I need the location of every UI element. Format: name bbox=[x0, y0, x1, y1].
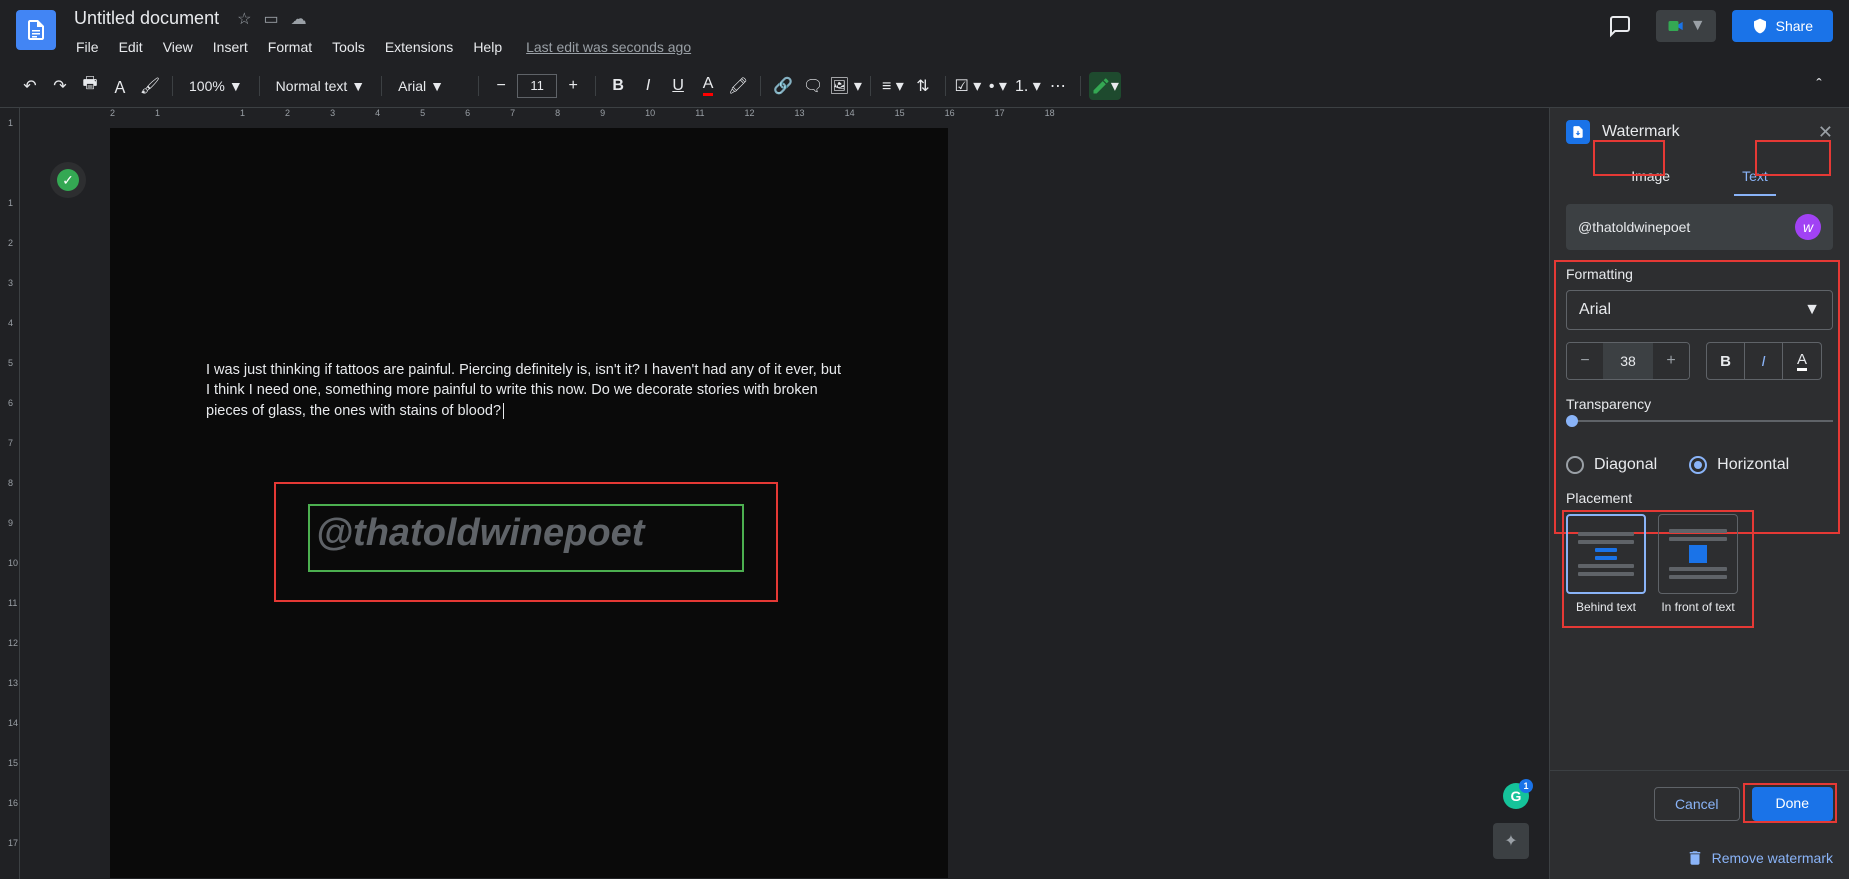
remove-watermark-button[interactable]: Remove watermark bbox=[1550, 837, 1849, 879]
watermark-italic[interactable]: I bbox=[1745, 343, 1783, 379]
editing-mode-button[interactable]: ▾ bbox=[1089, 72, 1121, 100]
text-color-button[interactable]: A bbox=[694, 72, 722, 100]
placement-behind-label: Behind text bbox=[1566, 600, 1646, 614]
print-button[interactable]: 🖶 bbox=[76, 72, 104, 100]
meet-button[interactable]: ▼ bbox=[1656, 10, 1716, 42]
menu-tools[interactable]: Tools bbox=[324, 35, 373, 59]
font-size-input[interactable] bbox=[517, 74, 557, 98]
star-icon[interactable]: ☆ bbox=[237, 9, 251, 29]
align-button[interactable]: ≡ ▾ bbox=[879, 72, 907, 100]
orientation-diagonal[interactable]: Diagonal bbox=[1566, 456, 1657, 474]
font-value: Arial bbox=[398, 78, 426, 94]
panel-title: Watermark bbox=[1602, 123, 1806, 141]
line-spacing-button[interactable]: ⇅ bbox=[909, 72, 937, 100]
font-select[interactable]: Arial ▼ bbox=[390, 74, 470, 98]
toolbar: ↶ ↷ 🖶 Ａ 🖌 100% ▼ Normal text ▼ Arial ▼ −… bbox=[0, 64, 1849, 108]
menu-view[interactable]: View bbox=[155, 35, 201, 59]
zoom-value: 100% bbox=[189, 78, 225, 94]
docs-logo-icon[interactable] bbox=[16, 10, 56, 50]
undo-button[interactable]: ↶ bbox=[16, 72, 44, 100]
grammarly-icon[interactable]: G1 bbox=[1503, 783, 1529, 809]
cancel-button[interactable]: Cancel bbox=[1654, 787, 1740, 821]
placement-front[interactable]: In front of text bbox=[1658, 514, 1738, 614]
remove-watermark-label: Remove watermark bbox=[1712, 850, 1833, 866]
close-panel-button[interactable]: ✕ bbox=[1818, 122, 1833, 143]
watermark-size-inc[interactable]: + bbox=[1653, 343, 1689, 379]
done-button[interactable]: Done bbox=[1752, 787, 1833, 821]
formatting-label: Formatting bbox=[1566, 266, 1833, 282]
comment-button[interactable]: 🗨 bbox=[799, 72, 827, 100]
watermark-font-value: Arial bbox=[1579, 301, 1611, 319]
horizontal-label: Horizontal bbox=[1717, 456, 1789, 474]
watermark-color[interactable]: A bbox=[1783, 343, 1821, 379]
placement-front-label: In front of text bbox=[1658, 600, 1738, 614]
document-body-text[interactable]: I was just thinking if tattoos are painf… bbox=[206, 360, 846, 421]
menu-help[interactable]: Help bbox=[465, 35, 510, 59]
editor-area: 21123456789101112131415161718 ✓ I was ju… bbox=[20, 108, 1549, 879]
style-select[interactable]: Normal text ▼ bbox=[268, 74, 373, 98]
watermark-text-field[interactable]: w bbox=[1566, 204, 1833, 250]
comments-icon[interactable] bbox=[1600, 6, 1640, 46]
watermark-size-dec[interactable]: − bbox=[1567, 343, 1603, 379]
share-label: Share bbox=[1776, 18, 1813, 34]
title-area: Untitled document ☆ ▭ ☁ File Edit View I… bbox=[68, 6, 1600, 59]
font-size-dec[interactable]: − bbox=[487, 72, 515, 100]
collapse-toolbar-button[interactable]: ˆ bbox=[1805, 72, 1833, 100]
vertical-ruler: 11234567891011121314151617 bbox=[0, 108, 20, 879]
content-area: 11234567891011121314151617 2112345678910… bbox=[0, 108, 1849, 879]
diagonal-label: Diagonal bbox=[1594, 456, 1657, 474]
watermark-panel: Watermark ✕ Image Text w Formatting Aria… bbox=[1549, 108, 1849, 879]
number-list-button[interactable]: 1. ▾ bbox=[1014, 72, 1042, 100]
share-button[interactable]: Share bbox=[1732, 10, 1833, 42]
menu-insert[interactable]: Insert bbox=[205, 35, 256, 59]
placement-behind[interactable]: Behind text bbox=[1566, 514, 1646, 614]
document-page[interactable]: I was just thinking if tattoos are painf… bbox=[110, 128, 948, 878]
bullet-list-button[interactable]: • ▾ bbox=[984, 72, 1012, 100]
bold-button[interactable]: B bbox=[604, 72, 632, 100]
placement-label: Placement bbox=[1566, 490, 1833, 506]
redo-button[interactable]: ↷ bbox=[46, 72, 74, 100]
watermark-bold[interactable]: B bbox=[1707, 343, 1745, 379]
explore-button[interactable]: ✦ bbox=[1493, 823, 1529, 859]
transparency-label: Transparency bbox=[1566, 396, 1833, 412]
tab-text[interactable]: Text bbox=[1726, 156, 1784, 196]
watermark-preview: @thatoldwinepoet bbox=[316, 512, 644, 555]
italic-button[interactable]: I bbox=[634, 72, 662, 100]
horizontal-ruler: 21123456789101112131415161718 bbox=[20, 108, 1549, 124]
watermark-size-input[interactable] bbox=[1603, 343, 1653, 379]
avatar-icon: w bbox=[1795, 214, 1821, 240]
font-size-inc[interactable]: + bbox=[559, 72, 587, 100]
outline-button[interactable]: ✓ bbox=[50, 162, 86, 198]
menu-file[interactable]: File bbox=[68, 35, 107, 59]
zoom-select[interactable]: 100% ▼ bbox=[181, 74, 251, 98]
menu-edit[interactable]: Edit bbox=[111, 35, 151, 59]
checklist-button[interactable]: ☑ ▾ bbox=[954, 72, 982, 100]
tab-image[interactable]: Image bbox=[1615, 156, 1686, 196]
header: Untitled document ☆ ▭ ☁ File Edit View I… bbox=[0, 0, 1849, 64]
link-button[interactable]: 🔗 bbox=[769, 72, 797, 100]
style-value: Normal text bbox=[276, 78, 348, 94]
underline-button[interactable]: U bbox=[664, 72, 692, 100]
chevron-down-icon: ▼ bbox=[1804, 301, 1820, 319]
grammarly-badge: 1 bbox=[1519, 779, 1533, 793]
spellcheck-button[interactable]: Ａ bbox=[106, 72, 134, 100]
watermark-font-select[interactable]: Arial ▼ bbox=[1566, 290, 1833, 330]
highlight-button[interactable]: 🖍 bbox=[724, 72, 752, 100]
cloud-icon[interactable]: ☁ bbox=[291, 9, 307, 29]
menu-extensions[interactable]: Extensions bbox=[377, 35, 461, 59]
orientation-horizontal[interactable]: Horizontal bbox=[1689, 456, 1789, 474]
trash-icon bbox=[1686, 849, 1704, 867]
menu-bar: File Edit View Insert Format Tools Exten… bbox=[68, 35, 1600, 59]
image-button[interactable]: 🖼 ▾ bbox=[829, 72, 862, 100]
watermark-text-input[interactable] bbox=[1578, 219, 1795, 235]
document-title[interactable]: Untitled document bbox=[68, 6, 225, 31]
last-edit-link[interactable]: Last edit was seconds ago bbox=[522, 35, 695, 59]
watermark-panel-icon bbox=[1566, 120, 1590, 144]
transparency-slider[interactable] bbox=[1566, 420, 1833, 440]
move-icon[interactable]: ▭ bbox=[263, 9, 278, 29]
more-button[interactable]: ⋯ bbox=[1044, 72, 1072, 100]
paint-format-button[interactable]: 🖌 bbox=[136, 72, 164, 100]
menu-format[interactable]: Format bbox=[260, 35, 320, 59]
